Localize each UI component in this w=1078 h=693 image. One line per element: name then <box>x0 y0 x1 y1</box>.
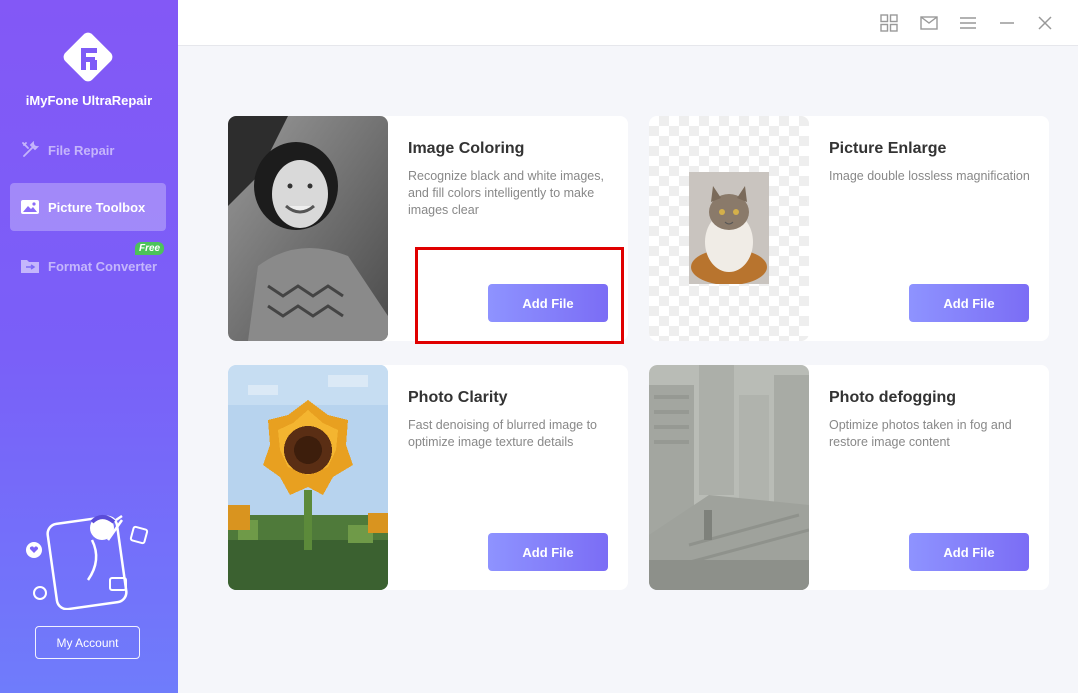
card-description: Image double lossless magnification <box>829 169 1030 183</box>
mail-icon[interactable] <box>918 12 940 34</box>
photo-clarity-add-file-button[interactable]: Add File <box>488 533 608 571</box>
photo-defogging-add-file-button[interactable]: Add File <box>909 533 1029 571</box>
picture-enlarge-thumbnail <box>649 116 809 341</box>
image-coloring-add-file-button[interactable]: Add File <box>488 284 608 322</box>
card-description: Fast denoising of blurred image to optim… <box>408 418 597 449</box>
picture-enlarge-card: Picture Enlarge Image double lossless ma… <box>649 116 1049 341</box>
sidebar-item-picture-toolbox[interactable]: Picture Toolbox <box>10 183 166 231</box>
close-icon[interactable] <box>1034 12 1056 34</box>
title-bar <box>178 0 1078 46</box>
sidebar-item-label: Format Converter <box>48 258 158 274</box>
photo-defogging-card: Photo defogging Optimize photos taken in… <box>649 365 1049 590</box>
app-name: iMyFone UltraRepair <box>25 93 153 108</box>
card-title: Image Coloring <box>408 140 525 157</box>
minimize-icon[interactable] <box>996 12 1018 34</box>
picture-enlarge-add-file-button[interactable]: Add File <box>909 284 1029 322</box>
tools-icon <box>20 140 40 160</box>
grid-icon[interactable] <box>878 12 900 34</box>
image-coloring-card: Image Coloring Recognize black and white… <box>228 116 628 341</box>
card-description: Optimize photos taken in fog and restore… <box>829 418 1012 449</box>
image-coloring-thumbnail <box>228 116 388 341</box>
folder-convert-icon <box>20 256 40 276</box>
photo-clarity-thumbnail <box>228 365 388 590</box>
mascot-illustration-icon <box>26 514 149 610</box>
free-badge: Free <box>135 242 165 255</box>
sidebar-item-label: Picture Toolbox <box>48 199 146 215</box>
card-title: Photo defogging <box>829 389 957 406</box>
menu-icon[interactable] <box>957 12 979 34</box>
my-account-button[interactable]: My Account <box>35 626 140 659</box>
sidebar: iMyFone UltraRepair File Repair Picture … <box>0 0 178 693</box>
app-logo-icon <box>63 32 113 82</box>
card-description: Recognize black and white images, and fi… <box>408 169 604 217</box>
picture-icon <box>20 197 40 217</box>
sidebar-item-file-repair[interactable]: File Repair <box>10 126 166 174</box>
card-title: Photo Clarity <box>408 389 508 406</box>
sidebar-item-label: File Repair <box>48 142 115 158</box>
photo-clarity-card: Photo Clarity Fast denoising of blurred … <box>228 365 628 590</box>
card-title: Picture Enlarge <box>829 140 947 157</box>
photo-defogging-thumbnail <box>649 365 809 590</box>
